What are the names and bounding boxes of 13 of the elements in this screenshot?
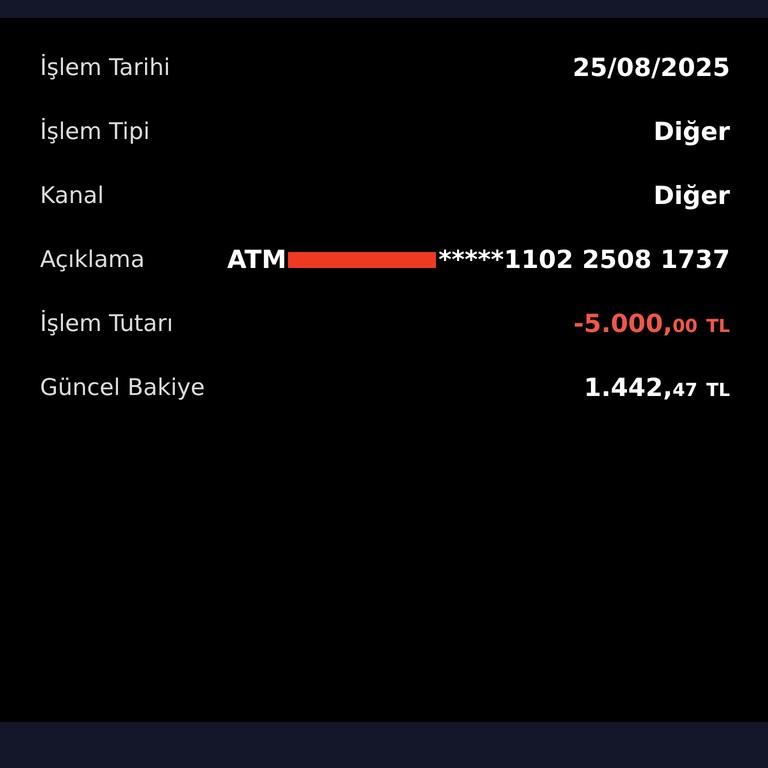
amount-value: -5.000,00 TL (574, 308, 730, 340)
field-value: ATM (227, 244, 286, 276)
field-label: Açıklama (40, 246, 145, 275)
field-label: İşlem Tutarı (40, 309, 174, 339)
field-label: Kanal (40, 182, 104, 211)
field-label: İşlem Tipi (40, 117, 150, 147)
field-value: Diğer (653, 116, 730, 148)
field-label: Güncel Bakiye (40, 374, 205, 403)
field-value: Diğer (653, 180, 730, 212)
field-value: 25/08/2025 (572, 52, 730, 84)
field-label: İşlem Tarihi (40, 53, 170, 83)
amount-value: 1.442,47 TL (584, 372, 730, 404)
field-value: *****1102 2508 1737 (438, 244, 730, 276)
